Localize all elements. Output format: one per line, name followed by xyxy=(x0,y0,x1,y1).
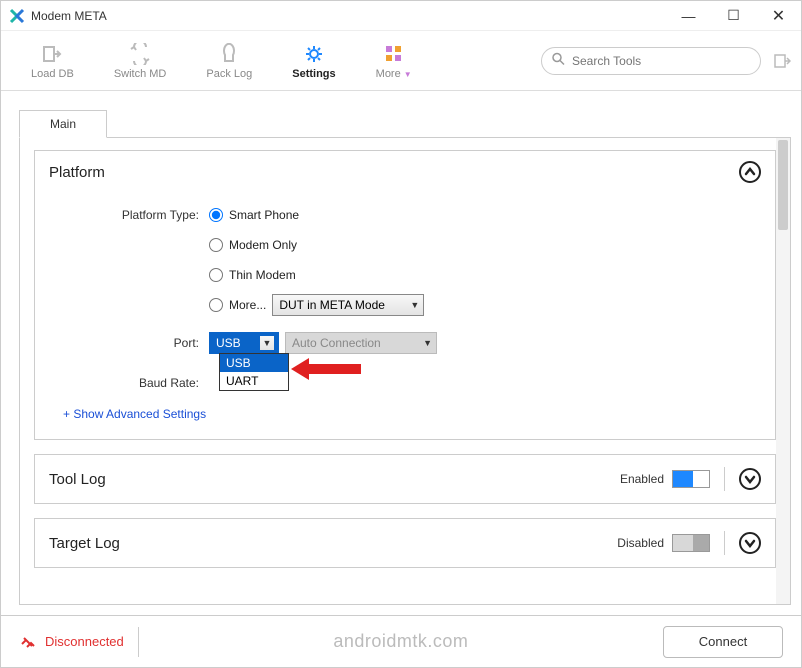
more-label: More ▼ xyxy=(376,68,412,80)
export-icon[interactable] xyxy=(773,52,791,70)
pack-log-button[interactable]: Pack Log xyxy=(186,38,272,84)
watermark-bottom: androidmtk.com xyxy=(153,631,649,652)
port-label: Port: xyxy=(49,336,209,350)
scrollbar[interactable] xyxy=(776,138,790,604)
load-db-button[interactable]: Load DB xyxy=(11,38,94,84)
expand-target-log-button[interactable] xyxy=(739,532,761,554)
auto-connection-combo[interactable]: Auto Connection xyxy=(285,332,437,354)
baud-rate-label: Baud Rate: xyxy=(49,376,209,390)
app-logo-icon xyxy=(9,8,25,24)
platform-title: Platform xyxy=(49,164,739,181)
radio-smart-phone[interactable]: Smart Phone xyxy=(209,208,299,222)
bottombar: Disconnected androidmtk.com Connect xyxy=(1,615,801,667)
radio-thin-modem[interactable]: Thin Modem xyxy=(209,268,296,282)
tool-log-title: Tool Log xyxy=(49,471,620,488)
show-advanced-link[interactable]: + Show Advanced Settings xyxy=(49,401,761,423)
settings-icon xyxy=(302,42,326,66)
switch-md-label: Switch MD xyxy=(114,68,167,80)
more-combo[interactable]: DUT in META Mode xyxy=(272,294,424,316)
platform-section: Platform Platform Type: Smart Phone Mode… xyxy=(34,150,776,440)
radio-more[interactable]: More... xyxy=(209,298,266,312)
tool-log-status: Enabled xyxy=(620,472,664,486)
tool-log-section: Tool Log Enabled xyxy=(34,454,776,504)
search-icon xyxy=(551,51,565,70)
switch-md-icon xyxy=(128,42,152,66)
platform-type-label: Platform Type: xyxy=(49,208,209,222)
toolbar: Load DB Switch MD Pack Log Settings More… xyxy=(1,31,801,91)
more-button[interactable]: More ▼ xyxy=(356,38,432,84)
collapse-platform-button[interactable] xyxy=(739,161,761,183)
settings-label: Settings xyxy=(292,68,335,80)
minimize-button[interactable]: — xyxy=(666,1,711,31)
titlebar: Modem META — ☐ ✕ xyxy=(1,1,801,31)
tool-log-toggle[interactable] xyxy=(672,470,710,488)
radio-modem-only[interactable]: Modem Only xyxy=(209,238,297,252)
main-area: androidmtk.com Platform Platform Type: S… xyxy=(19,137,791,605)
load-db-label: Load DB xyxy=(31,68,74,80)
more-icon xyxy=(382,42,406,66)
tab-main[interactable]: Main xyxy=(19,110,107,138)
switch-md-button[interactable]: Switch MD xyxy=(94,38,187,84)
target-log-section: Target Log Disabled xyxy=(34,518,776,568)
port-dropdown: USB UART xyxy=(219,353,289,391)
tab-container: Main xyxy=(1,91,801,137)
search-wrap xyxy=(541,47,761,75)
connection-status: Disconnected xyxy=(19,633,124,651)
load-db-icon xyxy=(40,42,64,66)
port-option-uart[interactable]: UART xyxy=(220,372,288,390)
target-log-toggle[interactable] xyxy=(672,534,710,552)
target-log-status: Disabled xyxy=(617,536,664,550)
maximize-button[interactable]: ☐ xyxy=(711,1,756,31)
close-button[interactable]: ✕ xyxy=(756,1,801,31)
connect-button[interactable]: Connect xyxy=(663,626,783,658)
pack-log-label: Pack Log xyxy=(206,68,252,80)
target-log-title: Target Log xyxy=(49,535,617,552)
search-input[interactable] xyxy=(541,47,761,75)
app-title: Modem META xyxy=(31,9,666,23)
pack-log-icon xyxy=(217,42,241,66)
settings-button[interactable]: Settings xyxy=(272,38,355,84)
port-combo[interactable]: USB xyxy=(209,332,279,354)
port-option-usb[interactable]: USB xyxy=(220,354,288,372)
expand-tool-log-button[interactable] xyxy=(739,468,761,490)
disconnected-icon xyxy=(19,633,37,651)
